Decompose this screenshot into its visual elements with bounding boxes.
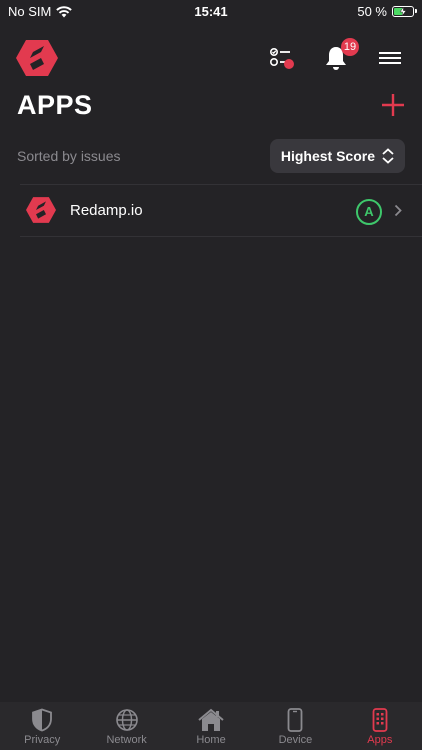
list-item-app[interactable]: Redamp.io A xyxy=(20,185,422,236)
tab-label: Privacy xyxy=(24,734,61,746)
tab-bar: Privacy Network Home Device Apps xyxy=(0,702,422,750)
apps-icon xyxy=(372,708,388,732)
phone-icon xyxy=(288,708,303,732)
plus-icon xyxy=(382,94,404,116)
tab-device[interactable]: Device xyxy=(253,702,337,750)
home-icon xyxy=(198,708,224,731)
sort-label: Sorted by issues xyxy=(17,148,121,164)
globe-icon xyxy=(115,709,138,731)
checklist-icon xyxy=(269,47,294,69)
tab-network[interactable]: Network xyxy=(84,702,168,750)
tab-privacy[interactable]: Privacy xyxy=(0,702,84,750)
add-app-button[interactable] xyxy=(380,92,406,118)
sort-select-button[interactable]: Highest Score xyxy=(269,139,405,173)
list-divider-bottom xyxy=(20,236,422,237)
tab-label: Network xyxy=(106,734,147,746)
checklist-button[interactable] xyxy=(266,42,298,74)
sort-arrows-icon xyxy=(382,148,394,164)
chevron-right-icon xyxy=(394,204,402,217)
tab-label: Home xyxy=(196,734,226,746)
notification-count-badge: 19 xyxy=(341,38,359,56)
header-actions: 19 xyxy=(266,38,406,74)
status-bar: No SIM 15:41 50 % xyxy=(0,0,422,24)
battery-percent: 50 % xyxy=(357,4,387,19)
tab-home[interactable]: Home xyxy=(169,702,253,750)
status-right: 50 % xyxy=(357,4,417,19)
menu-button[interactable] xyxy=(374,42,406,74)
app-name: Redamp.io xyxy=(70,202,143,219)
tab-label: Device xyxy=(278,734,313,746)
redamp-app-icon xyxy=(26,197,56,228)
sort-button-label: Highest Score xyxy=(280,148,375,164)
sort-row: Sorted by issues Highest Score xyxy=(17,139,405,173)
battery-icon xyxy=(392,6,417,17)
notifications-button[interactable]: 19 xyxy=(320,38,359,74)
tab-apps[interactable]: Apps xyxy=(338,702,422,750)
shield-icon xyxy=(32,708,53,732)
tab-label: Apps xyxy=(367,734,393,746)
redamp-logo-icon[interactable] xyxy=(16,40,58,81)
hamburger-menu-icon xyxy=(379,52,401,64)
grade-badge: A xyxy=(356,199,382,225)
app-header: 19 xyxy=(0,34,422,82)
charging-icon xyxy=(399,7,407,16)
page-title: APPS xyxy=(17,90,93,120)
